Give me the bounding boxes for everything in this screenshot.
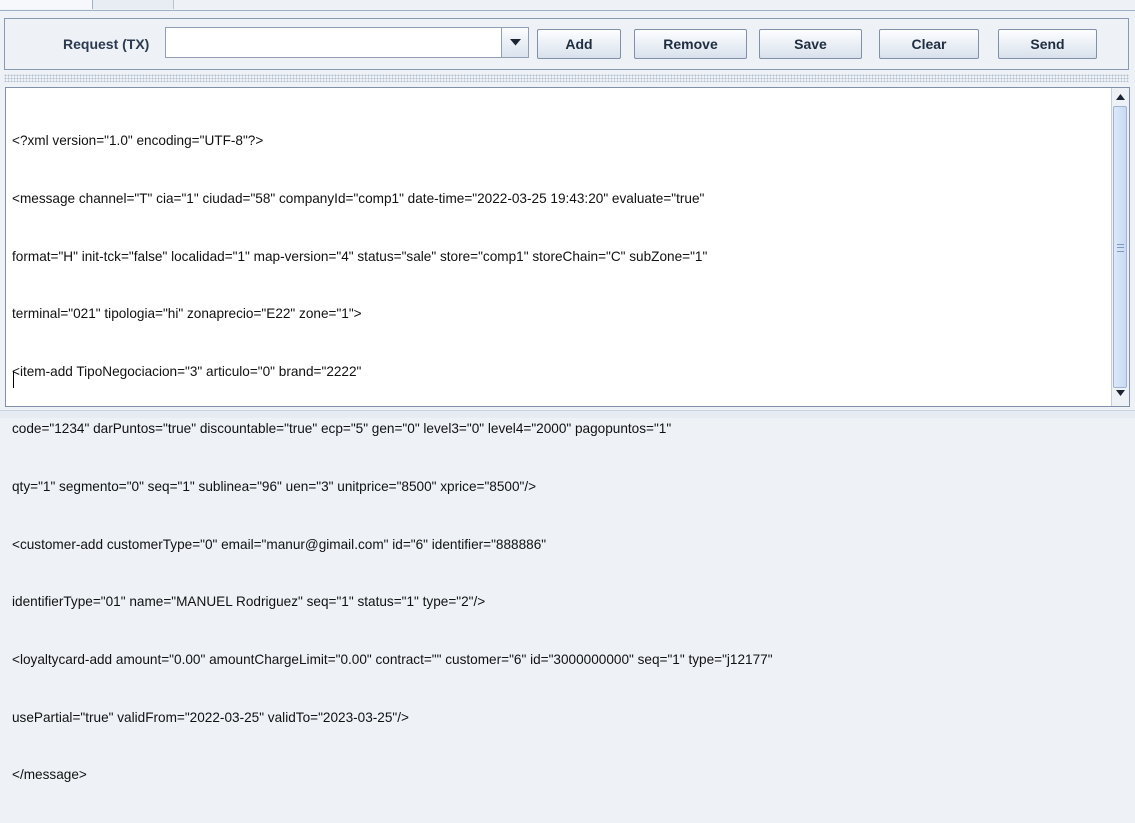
scrollbar-thumb[interactable]	[1113, 106, 1127, 388]
chevron-down-icon	[510, 39, 521, 46]
editor-line: <message channel="T" cia="1" ciudad="58"…	[12, 191, 705, 207]
request-toolbar: Request (TX) Add Remove Save Clear Send	[4, 18, 1129, 70]
editor-line: terminal="021" tipologia="hi" zonaprecio…	[12, 306, 362, 322]
request-combo[interactable]	[165, 27, 529, 58]
editor-line: <loyaltycard-add amount="0.00" amountCha…	[12, 651, 773, 667]
editor-line: format="H" init-tck="false" localidad="1…	[12, 248, 708, 264]
editor-line: <?xml version="1.0" encoding="UTF-8"?>	[12, 133, 264, 149]
tab-strip	[0, 0, 1135, 11]
clear-button[interactable]: Clear	[879, 29, 979, 59]
xml-editor[interactable]: <?xml version="1.0" encoding="UTF-8"?> <…	[5, 87, 1130, 782]
arrow-down-icon[interactable]	[1116, 390, 1125, 396]
editor-line: <customer-add customerType="0" email="ma…	[12, 536, 547, 552]
vertical-scrollbar[interactable]	[1111, 88, 1129, 406]
combo-dropdown-button[interactable]	[501, 28, 528, 57]
editor-line: qty="1" segmento="0" seq="1" sublinea="9…	[12, 479, 537, 495]
request-label: Request (TX)	[63, 36, 150, 52]
editor-line: </message>	[12, 767, 87, 783]
grip-icon	[1117, 244, 1124, 252]
tab-2[interactable]	[93, 0, 174, 9]
editor-line: <item-add TipoNegociacion="3" articulo="…	[12, 363, 362, 379]
send-button[interactable]: Send	[998, 29, 1097, 59]
arrow-up-icon[interactable]	[1116, 94, 1125, 100]
editor-line: usePartial="true" validFrom="2022-03-25"…	[12, 709, 409, 725]
xml-text[interactable]: <?xml version="1.0" encoding="UTF-8"?> <…	[12, 93, 1107, 823]
editor-line: identifierType="01" name="MANUEL Rodrigu…	[12, 594, 486, 610]
text-caret	[13, 371, 14, 388]
editor-line: code="1234" darPuntos="true" discountabl…	[12, 421, 672, 437]
save-button[interactable]: Save	[759, 29, 862, 59]
splitter-handle[interactable]	[4, 74, 1129, 82]
remove-button[interactable]: Remove	[634, 29, 747, 59]
tab-1[interactable]	[0, 0, 93, 9]
add-button[interactable]: Add	[537, 29, 621, 59]
